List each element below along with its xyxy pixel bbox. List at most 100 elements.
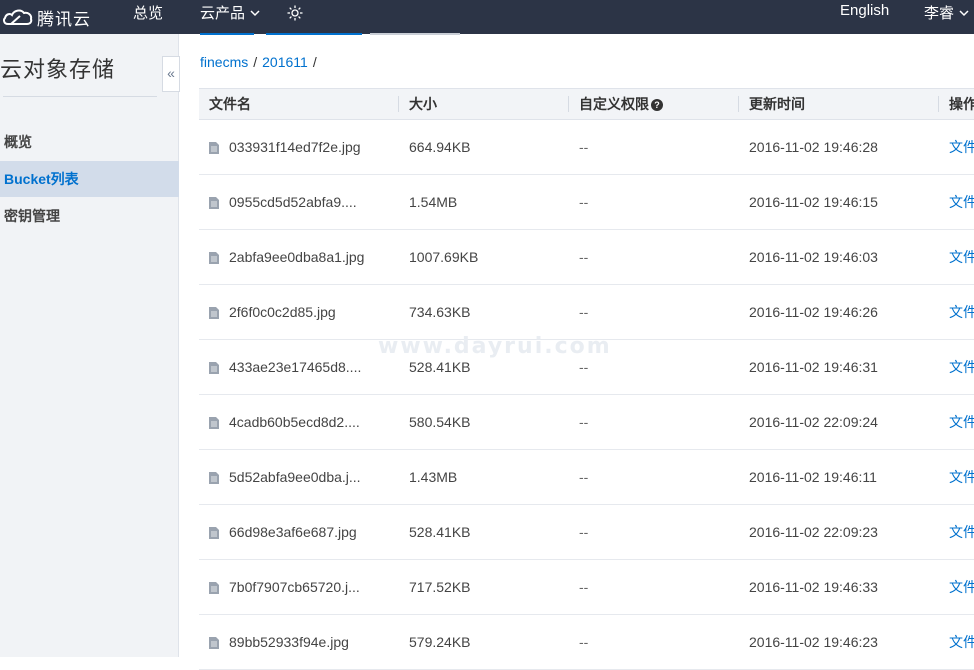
file-name-cell[interactable]: 4cadb60b5ecd8d2.... [209,395,360,450]
file-action-link[interactable]: 文件 [949,450,974,505]
file-icon [209,471,219,484]
sidebar-item-key-management[interactable]: 密钥管理 [0,198,179,234]
file-icon [209,141,219,154]
file-size: 717.52KB [409,579,471,595]
column-header-name[interactable]: 文件名 [199,89,251,119]
file-name-cell[interactable]: 2f6f0c0c2d85.jpg [209,285,336,340]
brand-name: 腾讯云 [37,9,91,29]
nav-overview[interactable]: 总览 [133,2,163,23]
nav-products-menu[interactable]: 云产品 [200,2,261,23]
file-acl: -- [579,634,589,650]
top-navigation-bar: 腾讯云 总览 云产品 English 李睿 [0,0,974,34]
file-name-cell[interactable]: 0955cd5d52abfa9.... [209,175,357,230]
tab-underline-active [200,33,254,35]
table-row[interactable]: 66d98e3af6e687.jpg 528.41KB -- 2016-11-0… [199,505,974,560]
user-name: 李睿 [924,5,955,22]
file-action-link[interactable]: 文件 [949,340,974,395]
language-switch[interactable]: English [840,2,889,19]
table-row[interactable]: 89bb52933f94e.jpg 579.24KB -- 2016-11-02… [199,615,974,670]
file-acl: -- [579,304,589,320]
table-row[interactable]: 5d52abfa9ee0dba.j... 1.43MB -- 2016-11-0… [199,450,974,505]
file-size: 1.43MB [409,469,458,485]
file-action-link[interactable]: 文件 [949,615,974,670]
file-acl: -- [579,469,589,485]
column-header-acl[interactable]: 自定义权限? [569,89,663,119]
table-row[interactable]: 2f6f0c0c2d85.jpg 734.63KB -- 2016-11-02 … [199,285,974,340]
table-header: 文件名 大小 自定义权限? 更新时间 操作 [199,88,974,120]
file-size: 528.41KB [409,524,471,540]
file-table: 文件名 大小 自定义权限? 更新时间 操作 033931f14ed7f2e.jp… [199,88,974,670]
file-acl: -- [579,194,589,210]
chevron-down-icon [959,9,969,16]
file-acl: -- [579,414,589,430]
file-name-cell[interactable]: 7b0f7907cb65720.j... [209,560,360,615]
file-acl: -- [579,139,589,155]
file-icon [209,526,219,539]
table-row[interactable]: 033931f14ed7f2e.jpg 664.94KB -- 2016-11-… [199,120,974,175]
brand-logo[interactable]: 腾讯云 [2,5,122,30]
breadcrumb-bucket[interactable]: finecms [200,54,248,70]
file-name-cell[interactable]: 433ae23e17465d8.... [209,340,361,395]
help-icon[interactable]: ? [651,99,663,112]
table-row[interactable]: 7b0f7907cb65720.j... 717.52KB -- 2016-11… [199,560,974,615]
file-action-link[interactable]: 文件 [949,395,974,450]
table-row[interactable]: 4cadb60b5ecd8d2.... 580.54KB -- 2016-11-… [199,395,974,450]
file-name-cell[interactable]: 2abfa9ee0dba8a1.jpg [209,230,364,285]
file-updated: 2016-11-02 22:09:24 [749,414,878,430]
file-icon [209,306,219,319]
settings-icon[interactable] [286,4,304,22]
file-name-cell[interactable]: 89bb52933f94e.jpg [209,615,349,670]
file-name: 033931f14ed7f2e.jpg [229,139,361,155]
file-size: 579.24KB [409,634,471,650]
file-name: 66d98e3af6e687.jpg [229,524,357,540]
file-updated: 2016-11-02 22:09:23 [749,524,878,540]
file-icon [209,361,219,374]
column-header-acl-label: 自定义权限 [579,96,649,112]
breadcrumb-folder[interactable]: 201611 [262,54,308,70]
column-header-updated[interactable]: 更新时间 [739,89,805,119]
table-row[interactable]: 2abfa9ee0dba8a1.jpg 1007.69KB -- 2016-11… [199,230,974,285]
file-acl: -- [579,249,589,265]
column-header-size[interactable]: 大小 [399,89,437,119]
scrolled-tab-strip [200,33,460,35]
file-acl: -- [579,524,589,540]
file-action-link[interactable]: 文件 [949,120,974,175]
tab-underline [266,33,362,35]
column-header-ops: 操作 [949,96,974,112]
file-action-link[interactable]: 文件 [949,285,974,340]
file-action-link[interactable]: 文件 [949,230,974,285]
breadcrumb: finecms / 201611 / [200,54,317,70]
tab-underline [370,33,460,35]
file-name: 0955cd5d52abfa9.... [229,194,357,210]
file-name: 5d52abfa9ee0dba.j... [229,469,361,485]
collapse-sidebar-button[interactable]: « [162,56,180,92]
file-name: 4cadb60b5ecd8d2.... [229,414,360,430]
file-updated: 2016-11-02 19:46:23 [749,634,878,650]
file-updated: 2016-11-02 19:46:33 [749,579,878,595]
table-row[interactable]: 0955cd5d52abfa9.... 1.54MB -- 2016-11-02… [199,175,974,230]
file-size: 664.94KB [409,139,471,155]
file-action-link[interactable]: 文件 [949,175,974,230]
file-size: 580.54KB [409,414,471,430]
chevron-down-icon [250,9,260,16]
file-updated: 2016-11-02 19:46:03 [749,249,878,265]
watermark-text: www.dayrui.com [378,334,612,359]
file-action-link[interactable]: 文件 [949,505,974,560]
table-body: 033931f14ed7f2e.jpg 664.94KB -- 2016-11-… [199,120,974,670]
sidebar: 云对象存储 « 概览 Bucket列表 密钥管理 [0,34,180,657]
sidebar-title: 云对象存储 [0,57,116,82]
sidebar-divider [3,96,157,97]
file-updated: 2016-11-02 19:46:28 [749,139,878,155]
file-name-cell[interactable]: 5d52abfa9ee0dba.j... [209,450,361,505]
file-acl: -- [579,579,589,595]
file-name: 2f6f0c0c2d85.jpg [229,304,336,320]
file-updated: 2016-11-02 19:46:31 [749,359,878,375]
sidebar-item-overview[interactable]: 概览 [0,124,179,160]
user-menu[interactable]: 李睿 [924,2,970,23]
file-name: 2abfa9ee0dba8a1.jpg [229,249,365,265]
file-name-cell[interactable]: 66d98e3af6e687.jpg [209,505,357,560]
file-name: 7b0f7907cb65720.j... [229,579,360,595]
file-action-link[interactable]: 文件 [949,560,974,615]
sidebar-item-bucket-list[interactable]: Bucket列表 [0,161,179,197]
file-name-cell[interactable]: 033931f14ed7f2e.jpg [209,120,361,175]
